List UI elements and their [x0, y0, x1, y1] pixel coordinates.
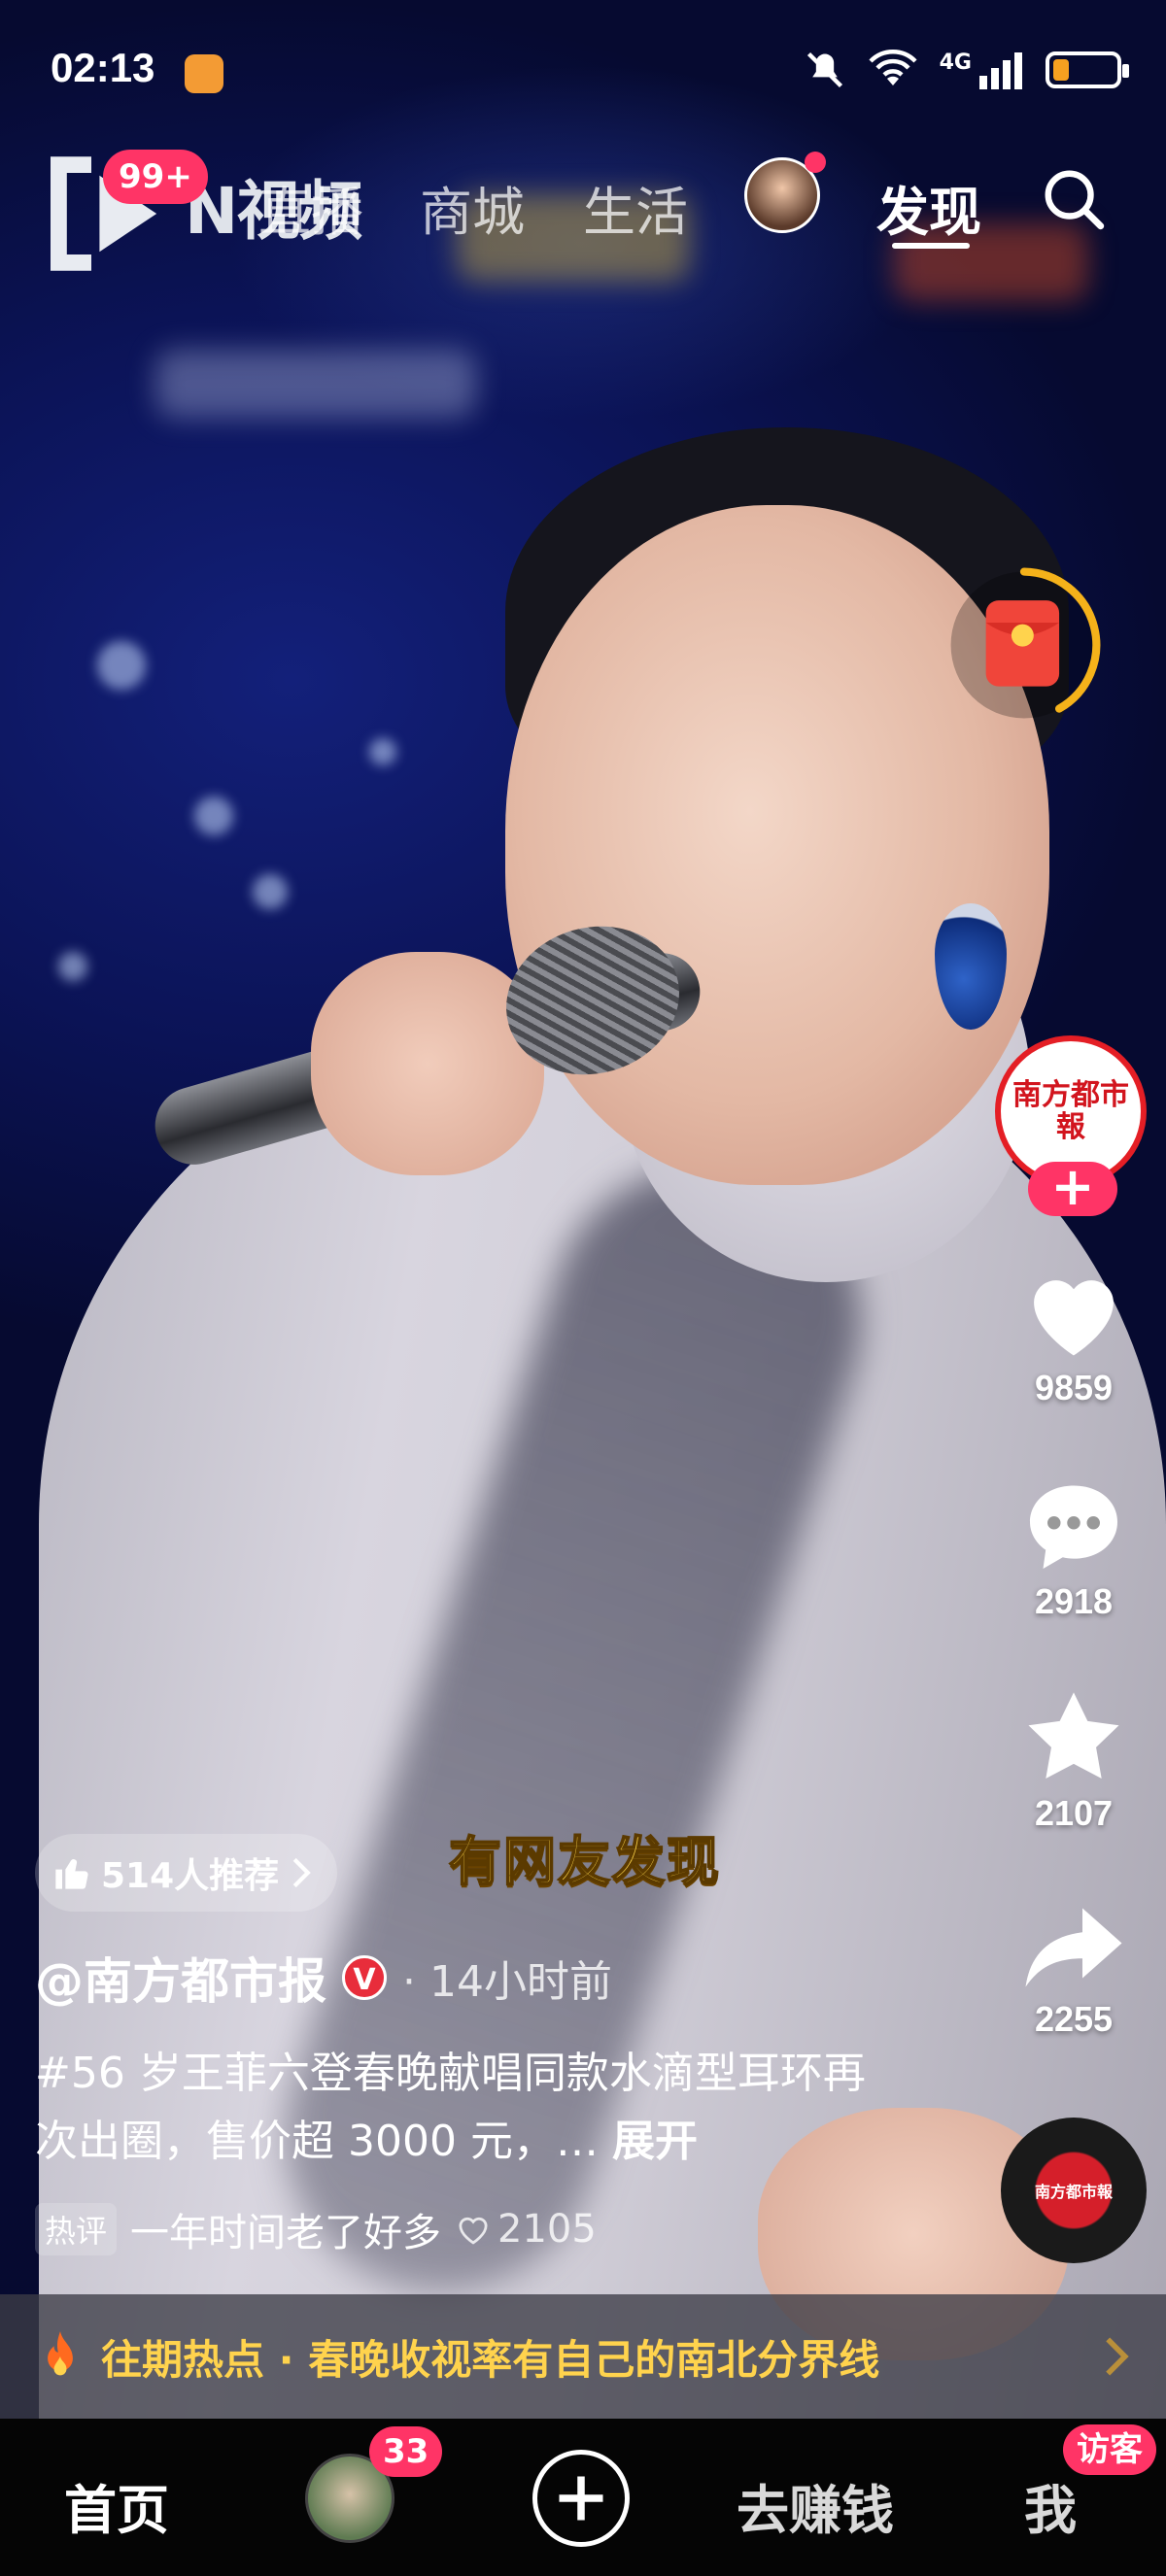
- flame-icon: [48, 2331, 73, 2376]
- stage-sparkle: [58, 952, 87, 981]
- mute-icon: [806, 51, 842, 88]
- description-text: #56 岁王菲六登春晚献唱同款水滴型耳环再次出圈，售价超 3000 元，…: [35, 2049, 866, 2166]
- app-notification-icon: [185, 54, 223, 93]
- nav-home[interactable]: 首页: [64, 2467, 169, 2544]
- stage-sparkle: [369, 738, 396, 765]
- plus-icon: [559, 2476, 603, 2521]
- favorite-button[interactable]: 2107: [1001, 1688, 1147, 1834]
- hot-comment-like-count: 2105: [497, 2207, 597, 2252]
- tab-mall[interactable]: 商城: [420, 169, 525, 246]
- battery-level: [1053, 59, 1069, 81]
- author-line: @南方都市报 V · 14小时前: [35, 1943, 612, 2013]
- comment-button[interactable]: 2918: [1001, 1476, 1147, 1622]
- share-icon: [1025, 1908, 1122, 1987]
- notification-badge[interactable]: 99+: [103, 150, 208, 204]
- star-icon: [1028, 1692, 1119, 1779]
- hot-comment[interactable]: 热评 一年时间老了好多 2105: [35, 2201, 597, 2257]
- friends-badge: 33: [369, 2426, 443, 2477]
- create-button[interactable]: [532, 2450, 630, 2547]
- favorite-count: 2107: [1034, 1793, 1114, 1833]
- verified-badge: V: [342, 1955, 387, 2000]
- post-time: · 14小时前: [402, 1957, 612, 2007]
- tab-live[interactable]: 直播: [258, 169, 363, 246]
- hot-topic-bar[interactable]: 往期热点 · 春晚收视率有自己的南北分界线: [0, 2294, 1166, 2419]
- red-packet-icon[interactable]: [944, 565, 1104, 725]
- hot-comment-tag: 热评: [35, 2203, 118, 2255]
- music-disc-logo: 南方都市報: [1034, 2183, 1113, 2201]
- stage-sparkle: [194, 797, 233, 835]
- video-subtitle: 有网友发现: [448, 1830, 721, 1893]
- chevron-right-icon: [1106, 2337, 1129, 2376]
- status-time: 02:13: [51, 45, 155, 90]
- nav-me[interactable]: 我: [1024, 2467, 1077, 2544]
- heart-outline-icon: [459, 2217, 488, 2245]
- author-avatar-logo: 南方都市報: [1012, 1078, 1129, 1144]
- like-button[interactable]: 9859: [1001, 1263, 1147, 1408]
- stage-sparkle: [97, 641, 146, 690]
- stage-backdrop-glow: [155, 350, 476, 418]
- nav-earn[interactable]: 去赚钱: [737, 2467, 894, 2544]
- hot-comment-likes: 2105: [455, 2207, 597, 2252]
- visitor-badge: 访客: [1063, 2424, 1156, 2475]
- wifi-icon: [869, 50, 917, 85]
- signal-icon: [979, 52, 1022, 89]
- music-disc[interactable]: 南方都市報: [1001, 2118, 1147, 2263]
- author-handle[interactable]: @南方都市报: [35, 1943, 326, 2013]
- chevron-right-icon: [292, 1857, 311, 1888]
- post-description[interactable]: #56 岁王菲六登春晚献唱同款水滴型耳环再次出圈，售价超 3000 元，… 展开: [35, 2040, 890, 2176]
- search-icon[interactable]: [1040, 165, 1108, 233]
- tab-life[interactable]: 生活: [583, 169, 688, 246]
- share-count: 2255: [1034, 1999, 1114, 2039]
- tab-discover[interactable]: 发现: [876, 169, 981, 246]
- hot-comment-text: 一年时间老了好多: [130, 2211, 442, 2255]
- follow-button[interactable]: +: [1028, 1161, 1117, 1216]
- recommend-count: 514人推荐: [101, 1856, 280, 1896]
- network-type: 4G: [939, 50, 972, 75]
- live-indicator-dot: [805, 152, 826, 173]
- expand-link[interactable]: 展开: [612, 2117, 698, 2166]
- active-tab-underline: [892, 243, 970, 249]
- comment-count: 2918: [1034, 1581, 1114, 1621]
- stage-sparkle: [253, 874, 288, 909]
- recommend-pill[interactable]: 514人推荐: [35, 1834, 338, 1912]
- battery-icon: [1046, 51, 1129, 88]
- top-nav: N视频 99+ 直播 商城 生活 发现: [0, 136, 1166, 272]
- like-count: 9859: [1034, 1368, 1114, 1407]
- status-icons: 4G: [804, 49, 1129, 91]
- heart-icon: [1034, 1280, 1114, 1356]
- status-bar: 02:13 4G: [0, 39, 1166, 107]
- comment-icon: [1030, 1485, 1117, 1569]
- hot-topic-text: 往期热点 · 春晚收视率有自己的南北分界线: [101, 2335, 880, 2384]
- share-button[interactable]: 2255: [1001, 1904, 1147, 2040]
- bottom-nav: 首页 33 去赚钱 我 访客: [0, 2419, 1166, 2576]
- thumbs-up-icon: [55, 1859, 88, 1889]
